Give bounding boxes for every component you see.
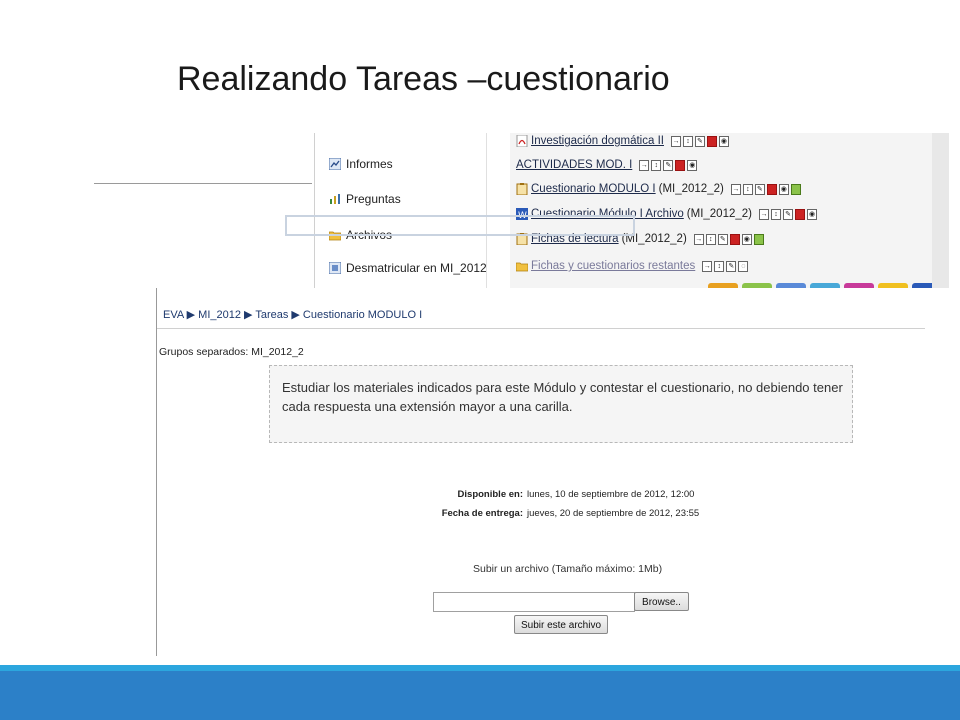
activity-row: Cuestionario MODULO I (MI_2012_2) → ↕ ✎ …	[516, 183, 801, 195]
delete-icon[interactable]	[766, 183, 777, 195]
menu-item-desmatricular[interactable]: Desmatricular en MI_2012	[329, 261, 487, 275]
column-separator	[486, 133, 487, 288]
course-admin-menu: Informes Preguntas Archivos Desmatricula…	[314, 133, 487, 288]
edit-icon[interactable]: ✎	[663, 159, 674, 171]
edit-icon[interactable]: ✎	[694, 135, 705, 147]
section-title[interactable]: ACTIVIDADES MOD. I	[516, 159, 632, 171]
activity-row: Investigación dogmática II → ↕ ✎ ◉	[516, 135, 729, 147]
visibility-icon[interactable]: ◉	[741, 233, 752, 245]
move-right-icon[interactable]: →	[730, 183, 741, 195]
pdf-icon	[516, 135, 528, 147]
edit-icon[interactable]: ✎	[717, 233, 728, 245]
edit-icon[interactable]: ✎	[726, 260, 737, 272]
menu-item-label: Informes	[346, 157, 393, 171]
activities-list: Investigación dogmática II → ↕ ✎ ◉ ACTIV…	[510, 133, 942, 288]
groups-icon[interactable]	[790, 183, 801, 195]
menu-item-label: Preguntas	[346, 192, 401, 206]
section-row: ACTIVIDADES MOD. I → ↕ ✎ ◉	[516, 159, 698, 171]
activity-link[interactable]: Investigación dogmática II	[531, 135, 664, 147]
activity-link[interactable]: Fichas y cuestionarios restantes	[531, 260, 695, 272]
menu-item-label: Desmatricular en MI_2012	[346, 261, 487, 275]
assignment-page-screenshot: EVA ▶ MI_2012 ▶ Tareas ▶ Cuestionario MO…	[156, 288, 925, 656]
groups-icon[interactable]	[753, 233, 764, 245]
move-right-icon[interactable]: →	[670, 135, 681, 147]
move-right-icon[interactable]: →	[759, 208, 769, 220]
visibility-icon[interactable]: ◉	[778, 183, 789, 195]
move-icon[interactable]: ↕	[705, 233, 716, 245]
unenrol-icon	[329, 262, 341, 274]
activity-group: (MI_2012_2)	[658, 183, 724, 195]
delete-icon[interactable]	[795, 208, 805, 220]
course-page-screenshot: Informes Preguntas Archivos Desmatricula…	[314, 133, 949, 288]
move-right-icon[interactable]: →	[639, 159, 650, 171]
file-path-field[interactable]	[433, 592, 635, 612]
divider-line	[94, 183, 312, 184]
available-label: Disponible en:	[457, 489, 523, 500]
assignment-description: Estudiar los materiales indicados para e…	[282, 380, 843, 414]
assignment-dates: Disponible en: lunes, 10 de septiembre d…	[337, 485, 737, 523]
footer-bar	[0, 671, 960, 720]
edit-tools: → ↕ ✎ ◉	[730, 183, 801, 195]
highlight-callout	[285, 215, 635, 236]
chart-icon	[329, 158, 341, 170]
activity-group: (MI_2012_2)	[686, 208, 752, 220]
breadcrumb-divider	[157, 328, 925, 329]
assignment-icon	[516, 183, 528, 195]
due-date-row: Fecha de entrega: jueves, 20 de septiemb…	[337, 504, 737, 523]
move-icon[interactable]: ↕	[771, 208, 781, 220]
edit-tools: → ↕ ✎ ◉	[639, 159, 698, 171]
visibility-icon[interactable]: ◉	[807, 208, 817, 220]
move-icon[interactable]: ↕	[742, 183, 753, 195]
menu-item-preguntas[interactable]: Preguntas	[329, 192, 401, 206]
hidden-icon[interactable]: ◌	[738, 260, 749, 272]
move-right-icon[interactable]: →	[702, 260, 713, 272]
menu-item-informes[interactable]: Informes	[329, 157, 393, 171]
edit-tools: → ↕ ✎ ◌	[702, 260, 749, 272]
due-value: jueves, 20 de septiembre de 2012, 23:55	[527, 508, 700, 519]
available-date-row: Disponible en: lunes, 10 de septiembre d…	[337, 485, 737, 504]
questions-icon	[330, 194, 340, 204]
upload-label: Subir un archivo (Tamaño máximo: 1Mb)	[473, 563, 663, 575]
visibility-icon[interactable]: ◉	[687, 159, 698, 171]
folder-icon	[516, 262, 528, 272]
delete-icon[interactable]	[729, 233, 740, 245]
group-mode-label: Grupos separados: MI_2012_2	[159, 346, 304, 358]
move-right-icon[interactable]: →	[693, 233, 704, 245]
move-icon[interactable]: ↕	[714, 260, 725, 272]
browse-button[interactable]: Browse..	[634, 592, 689, 611]
activity-row: Fichas y cuestionarios restantes → ↕ ✎ ◌	[516, 260, 749, 272]
edit-tools: → ↕ ✎ ◉	[670, 135, 729, 147]
edit-icon[interactable]: ✎	[783, 208, 793, 220]
edit-tools: → ↕ ✎ ◉	[693, 233, 764, 245]
page-edge	[932, 133, 949, 288]
upload-submit-button[interactable]: Subir este archivo	[514, 615, 608, 634]
breadcrumb[interactable]: EVA ▶ MI_2012 ▶ Tareas ▶ Cuestionario MO…	[163, 308, 422, 321]
available-value: lunes, 10 de septiembre de 2012, 12:00	[527, 489, 695, 500]
edit-icon[interactable]: ✎	[754, 183, 765, 195]
delete-icon[interactable]	[706, 135, 717, 147]
edit-tools: → ↕ ✎ ◉	[759, 208, 817, 220]
slide-title: Realizando Tareas –cuestionario	[177, 60, 670, 98]
move-icon[interactable]: ↕	[651, 159, 662, 171]
activity-link[interactable]: Cuestionario MODULO I	[531, 183, 656, 195]
visibility-icon[interactable]: ◉	[718, 135, 729, 147]
assignment-description-box: Estudiar los materiales indicados para e…	[269, 365, 853, 443]
delete-icon[interactable]	[675, 159, 686, 171]
move-icon[interactable]: ↕	[682, 135, 693, 147]
due-label: Fecha de entrega:	[441, 508, 523, 519]
